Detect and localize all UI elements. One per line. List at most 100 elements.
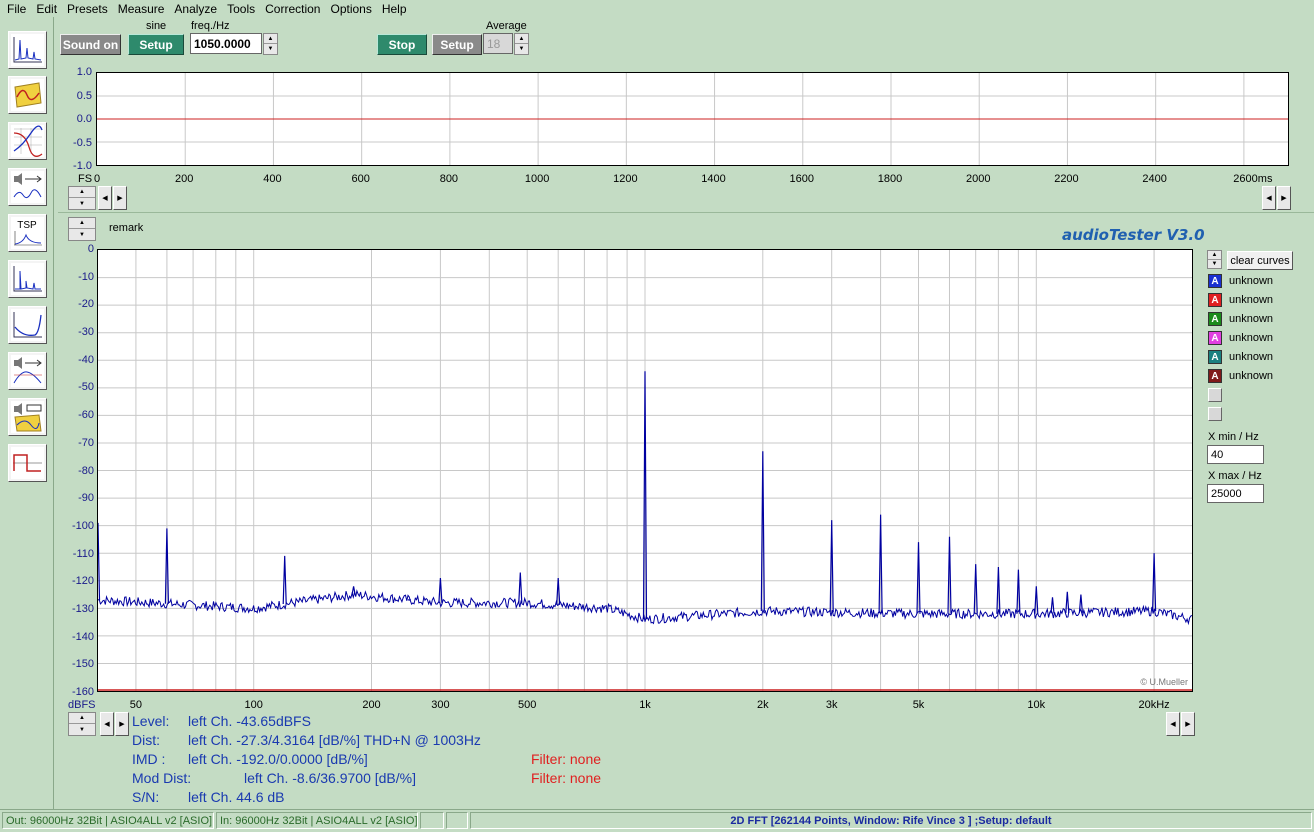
fft-y-tick: 0 xyxy=(87,243,94,255)
legend-label: unknown xyxy=(1229,313,1274,325)
frequency-input[interactable]: 1050.0000 xyxy=(190,33,262,54)
fft-peak xyxy=(1050,597,1055,614)
legend-empty-slot[interactable] xyxy=(1208,407,1222,421)
frequency-spinner[interactable]: ▲ ▼ xyxy=(263,33,278,55)
square-wave-icon[interactable] xyxy=(8,444,47,482)
time-scroll-left[interactable]: ◀ xyxy=(98,186,112,210)
fft-scroll-left-end[interactable]: ◀ xyxy=(1166,712,1180,736)
status-bar: Out: 96000Hz 32Bit | ASIO4ALL v2 [ASIO] … xyxy=(0,809,1314,830)
left-toolbar: TSP xyxy=(0,17,54,809)
curve-color-swatch[interactable]: A xyxy=(1208,331,1222,345)
menu-correction[interactable]: Correction xyxy=(261,2,326,16)
clear-curves-button[interactable]: clear curves xyxy=(1227,251,1293,270)
menu-analyze[interactable]: Analyze xyxy=(170,2,223,16)
fft-scroll-right-end[interactable]: ▶ xyxy=(1181,712,1195,736)
fft-y-tick: -140 xyxy=(71,630,94,643)
fft-y-tick: -120 xyxy=(71,575,94,588)
fft-y-tick: -20 xyxy=(78,298,94,311)
separator xyxy=(58,212,1314,213)
xmax-label: X max / Hz xyxy=(1208,470,1262,482)
time-scroll-left-end[interactable]: ◀ xyxy=(1262,186,1276,210)
fft-peak xyxy=(282,555,287,605)
speaker-box-icon[interactable] xyxy=(8,398,47,436)
fft-y-tick: -150 xyxy=(71,658,94,671)
fft-x-tick: 300 xyxy=(431,699,450,711)
fft-y-tick: -110 xyxy=(72,547,94,560)
fft-y-tick: -10 xyxy=(78,270,94,283)
curve-color-swatch[interactable]: A xyxy=(1208,312,1222,326)
xmin-input[interactable]: 40 xyxy=(1207,445,1264,464)
fft-y-tick: -80 xyxy=(78,464,94,477)
imd-label: IMD : xyxy=(132,751,166,767)
time-x-tick: 600 xyxy=(351,173,370,185)
menu-help[interactable]: Help xyxy=(378,2,413,16)
time-zoom-spinner[interactable]: ▲ ▼ xyxy=(68,186,96,210)
time-x-tick: 1000 xyxy=(524,173,550,185)
curve-color-swatch[interactable]: A xyxy=(1208,369,1222,383)
remark-label: remark xyxy=(109,222,144,234)
time-x-tick: 2400 xyxy=(1142,173,1167,185)
fft-plot[interactable]: © U.Mueller xyxy=(97,249,1193,692)
speaker-response-icon[interactable] xyxy=(8,352,47,390)
oscilloscope-icon[interactable] xyxy=(8,76,47,114)
fft-x-tick: 10k xyxy=(1027,699,1046,711)
fft-y-tick: -40 xyxy=(78,353,94,366)
fft-x-tick: 2k xyxy=(756,699,769,711)
time-x-tick: 200 xyxy=(175,173,194,185)
xmax-input[interactable]: 25000 xyxy=(1207,484,1264,503)
time-x-tick: 1800 xyxy=(877,173,903,185)
fft-peak xyxy=(351,586,356,595)
fft-y-tick: -70 xyxy=(78,436,94,449)
fft-x-tick: 500 xyxy=(518,699,537,711)
average-spinner[interactable]: ▲ ▼ xyxy=(514,33,529,55)
legend-label: unknown xyxy=(1229,351,1274,363)
sound-on-button[interactable]: Sound on xyxy=(60,34,121,55)
legend-label: unknown xyxy=(1229,275,1274,287)
imd-filter: Filter: none xyxy=(531,751,602,767)
fft-zoom-spinner[interactable]: ▲ ▼ xyxy=(68,217,96,241)
svg-text:TSP: TSP xyxy=(17,220,37,231)
tsp-icon[interactable]: TSP xyxy=(8,214,47,252)
menu-presets[interactable]: Presets xyxy=(63,2,114,16)
impedance-icon[interactable] xyxy=(8,306,47,344)
generator-setup-button[interactable]: Setup xyxy=(128,34,184,55)
menu-file[interactable]: File xyxy=(3,2,32,16)
dist-label: Dist: xyxy=(132,732,160,748)
legend-item[interactable]: Aunknown xyxy=(1208,311,1273,327)
status-analysis: 2D FFT [262144 Points, Window: Rife Vinc… xyxy=(470,812,1312,829)
fft-scroll-left[interactable]: ◀ xyxy=(100,712,114,736)
curve-color-swatch[interactable]: A xyxy=(1208,274,1222,288)
menu-edit[interactable]: Edit xyxy=(32,2,63,16)
fft-x-tick: 100 xyxy=(244,699,263,711)
fft-y-tick: -30 xyxy=(78,326,94,339)
legend-item[interactable]: Aunknown xyxy=(1208,273,1273,289)
signal-type-label: sine xyxy=(146,20,167,32)
time-scroll-right-end[interactable]: ▶ xyxy=(1277,186,1291,210)
menu-measure[interactable]: Measure xyxy=(114,2,171,16)
menu-options[interactable]: Options xyxy=(326,2,377,16)
legend-item[interactable]: Aunknown xyxy=(1208,330,1273,346)
curve-color-swatch[interactable]: A xyxy=(1208,350,1222,364)
fft-spectrum-icon[interactable] xyxy=(8,31,47,69)
analyzer-setup-button[interactable]: Setup xyxy=(432,34,482,55)
legend-item[interactable]: Aunknown xyxy=(1208,349,1273,365)
legend-item[interactable]: Aunknown xyxy=(1208,292,1273,308)
moddist-value: left Ch. -8.6/36.9700 [dB/%] xyxy=(244,770,416,786)
fft-x-zoom-spinner[interactable]: ▲ ▼ xyxy=(68,712,96,736)
speaker-sweep-icon[interactable] xyxy=(8,168,47,206)
fft-scroll-right[interactable]: ▶ xyxy=(115,712,129,736)
time-x-tick: 800 xyxy=(439,173,459,185)
average-input[interactable]: 18 xyxy=(483,33,513,54)
legend-spinner[interactable]: ▲ ▼ xyxy=(1207,250,1222,269)
frequency-response-icon[interactable] xyxy=(8,122,47,160)
time-plot[interactable] xyxy=(96,72,1289,166)
impulse-icon[interactable] xyxy=(8,260,47,298)
time-axis-prefix: FS xyxy=(78,173,93,185)
menu-tools[interactable]: Tools xyxy=(223,2,261,16)
time-y-tick: -0.5 xyxy=(73,136,92,149)
legend-item[interactable]: Aunknown xyxy=(1208,368,1273,384)
legend-empty-slot[interactable] xyxy=(1208,388,1222,402)
curve-color-swatch[interactable]: A xyxy=(1208,293,1222,307)
time-scroll-right[interactable]: ▶ xyxy=(113,186,127,210)
stop-button[interactable]: Stop xyxy=(377,34,427,55)
